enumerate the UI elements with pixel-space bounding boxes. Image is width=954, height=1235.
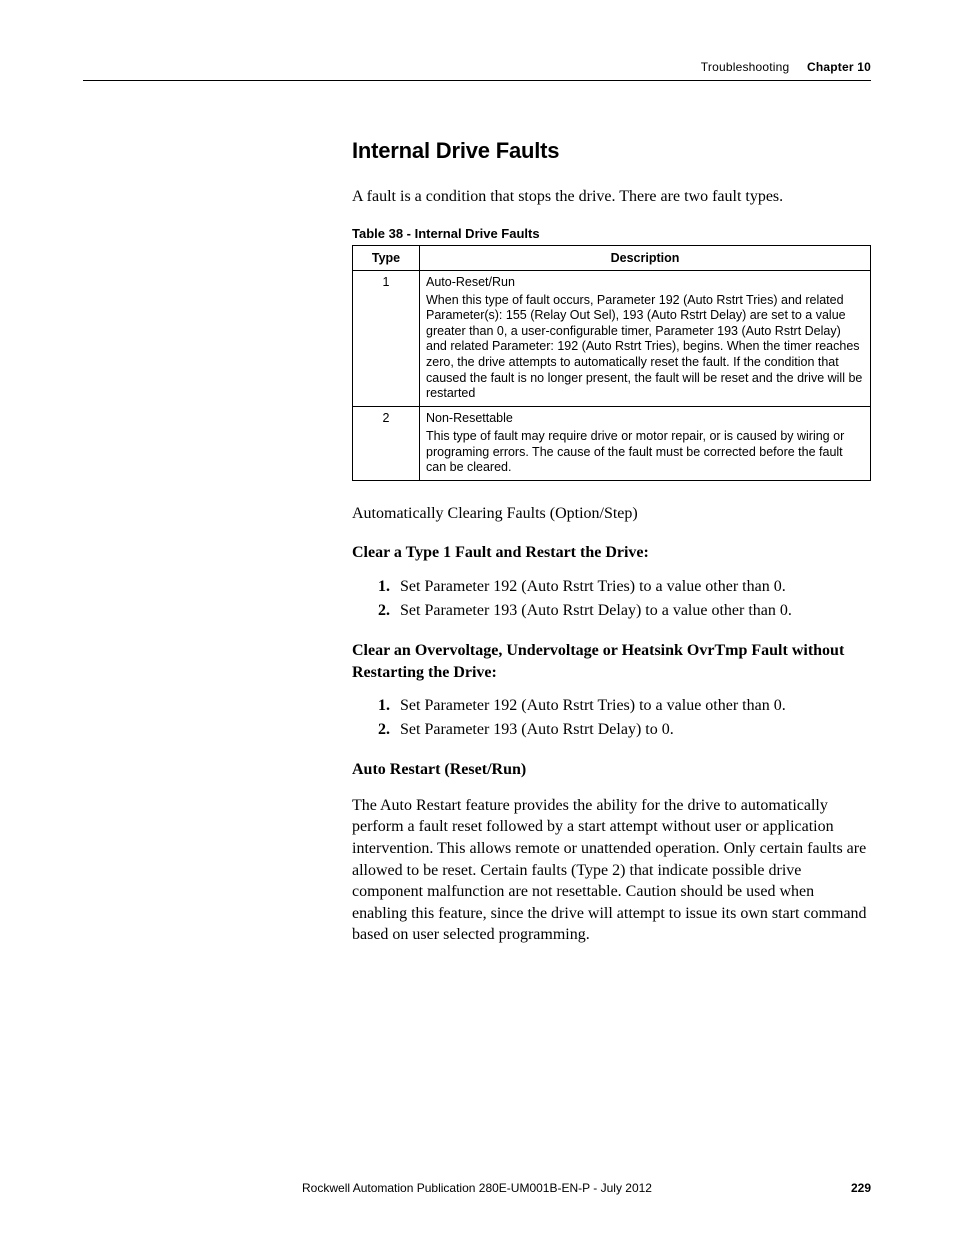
cell-description: Auto-Reset/Run When this type of fault o… bbox=[420, 270, 871, 406]
cell-title: Auto-Reset/Run bbox=[426, 275, 864, 289]
cell-type: 1 bbox=[353, 270, 420, 406]
steps-list-1: Set Parameter 192 (Auto Rstrt Tries) to … bbox=[352, 578, 871, 620]
page-title: Internal Drive Faults bbox=[352, 138, 871, 164]
page: Troubleshooting Chapter 10 Internal Driv… bbox=[0, 0, 954, 1235]
list-item: Set Parameter 193 (Auto Rstrt Delay) to … bbox=[394, 721, 871, 739]
list-item: Set Parameter 192 (Auto Rstrt Tries) to … bbox=[394, 697, 871, 715]
header-chapter: Chapter 10 bbox=[807, 60, 871, 74]
subhead-clear-type1: Clear a Type 1 Fault and Restart the Dri… bbox=[352, 542, 871, 564]
table-header-row: Type Description bbox=[353, 245, 871, 270]
table-caption: Table 38 - Internal Drive Faults bbox=[352, 226, 871, 241]
running-header: Troubleshooting Chapter 10 bbox=[83, 60, 871, 81]
subhead-auto-restart: Auto Restart (Reset/Run) bbox=[352, 759, 871, 781]
auto-restart-paragraph: The Auto Restart feature provides the ab… bbox=[352, 795, 871, 946]
cell-title: Non-Resettable bbox=[426, 411, 864, 425]
table-row: 1 Auto-Reset/Run When this type of fault… bbox=[353, 270, 871, 406]
footer-page-number: 229 bbox=[851, 1181, 871, 1195]
cell-body: When this type of fault occurs, Paramete… bbox=[426, 293, 864, 402]
cell-body: This type of fault may require drive or … bbox=[426, 429, 864, 476]
footer-publication: Rockwell Automation Publication 280E-UM0… bbox=[302, 1181, 652, 1195]
table-row: 2 Non-Resettable This type of fault may … bbox=[353, 406, 871, 480]
list-item: Set Parameter 192 (Auto Rstrt Tries) to … bbox=[394, 578, 871, 596]
cell-type: 2 bbox=[353, 406, 420, 480]
intro-paragraph: A fault is a condition that stops the dr… bbox=[352, 186, 871, 208]
th-description: Description bbox=[420, 245, 871, 270]
page-footer: Rockwell Automation Publication 280E-UM0… bbox=[83, 1181, 871, 1195]
auto-clear-line: Automatically Clearing Faults (Option/St… bbox=[352, 503, 871, 525]
list-item: Set Parameter 193 (Auto Rstrt Delay) to … bbox=[394, 602, 871, 620]
faults-table: Type Description 1 Auto-Reset/Run When t… bbox=[352, 245, 871, 481]
content: Internal Drive Faults A fault is a condi… bbox=[352, 138, 871, 964]
header-section: Troubleshooting bbox=[701, 60, 790, 74]
th-type: Type bbox=[353, 245, 420, 270]
subhead-clear-ov: Clear an Overvoltage, Undervoltage or He… bbox=[352, 640, 871, 683]
cell-description: Non-Resettable This type of fault may re… bbox=[420, 406, 871, 480]
steps-list-2: Set Parameter 192 (Auto Rstrt Tries) to … bbox=[352, 697, 871, 739]
